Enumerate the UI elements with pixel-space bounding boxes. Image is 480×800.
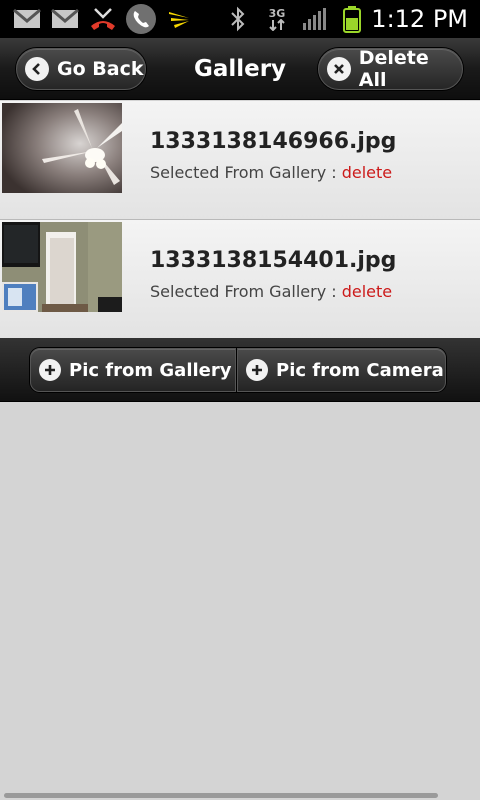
missed-call-icon xyxy=(88,5,118,33)
go-back-button[interactable]: Go Back xyxy=(16,48,146,90)
delete-all-label: Delete All xyxy=(358,47,429,91)
pic-from-gallery-label: Pic from Gallery xyxy=(69,359,232,381)
status-bar: 3G 1:12 PM xyxy=(0,0,480,38)
pic-from-camera-label: Pic from Camera xyxy=(276,359,444,381)
sprint-logo-icon xyxy=(166,5,194,33)
plus-icon xyxy=(39,359,61,381)
gmail-icon xyxy=(50,5,80,33)
pic-from-camera-button[interactable]: Pic from Camera xyxy=(237,348,446,392)
title-bar: Gallery Go Back Delete All xyxy=(0,38,480,100)
source-label: Selected From Gallery : xyxy=(150,163,337,182)
delete-all-button[interactable]: Delete All xyxy=(318,47,463,91)
battery-icon xyxy=(340,5,364,33)
file-name: 1333138154401.jpg xyxy=(150,248,397,273)
thumbnail-image[interactable] xyxy=(2,222,122,312)
gmail-icon xyxy=(12,5,42,33)
file-name: 1333138146966.jpg xyxy=(150,129,397,154)
chevron-left-icon xyxy=(25,57,49,81)
signal-icon xyxy=(300,5,330,33)
pic-from-gallery-button[interactable]: Pic from Gallery xyxy=(30,348,236,392)
bluetooth-icon xyxy=(226,5,250,33)
list-item[interactable]: 1333138146966.jpg Selected From Gallery … xyxy=(0,101,480,220)
source-label: Selected From Gallery : xyxy=(150,282,337,301)
source-line: Selected From Gallery : delete xyxy=(150,282,392,301)
close-icon xyxy=(327,57,351,81)
thumbnail-image[interactable] xyxy=(2,103,122,193)
plus-icon xyxy=(246,359,268,381)
delete-link[interactable]: delete xyxy=(342,282,392,301)
call-active-icon xyxy=(124,4,158,34)
horizontal-scrollbar[interactable] xyxy=(4,793,438,798)
go-back-label: Go Back xyxy=(57,58,144,80)
status-time: 1:12 PM xyxy=(371,5,468,33)
action-bar: Pic from Gallery Pic from Camera xyxy=(0,338,480,402)
3g-data-icon: 3G xyxy=(262,5,292,33)
source-line: Selected From Gallery : delete xyxy=(150,163,392,182)
delete-link[interactable]: delete xyxy=(342,163,392,182)
list-item[interactable]: 1333138154401.jpg Selected From Gallery … xyxy=(0,220,480,339)
